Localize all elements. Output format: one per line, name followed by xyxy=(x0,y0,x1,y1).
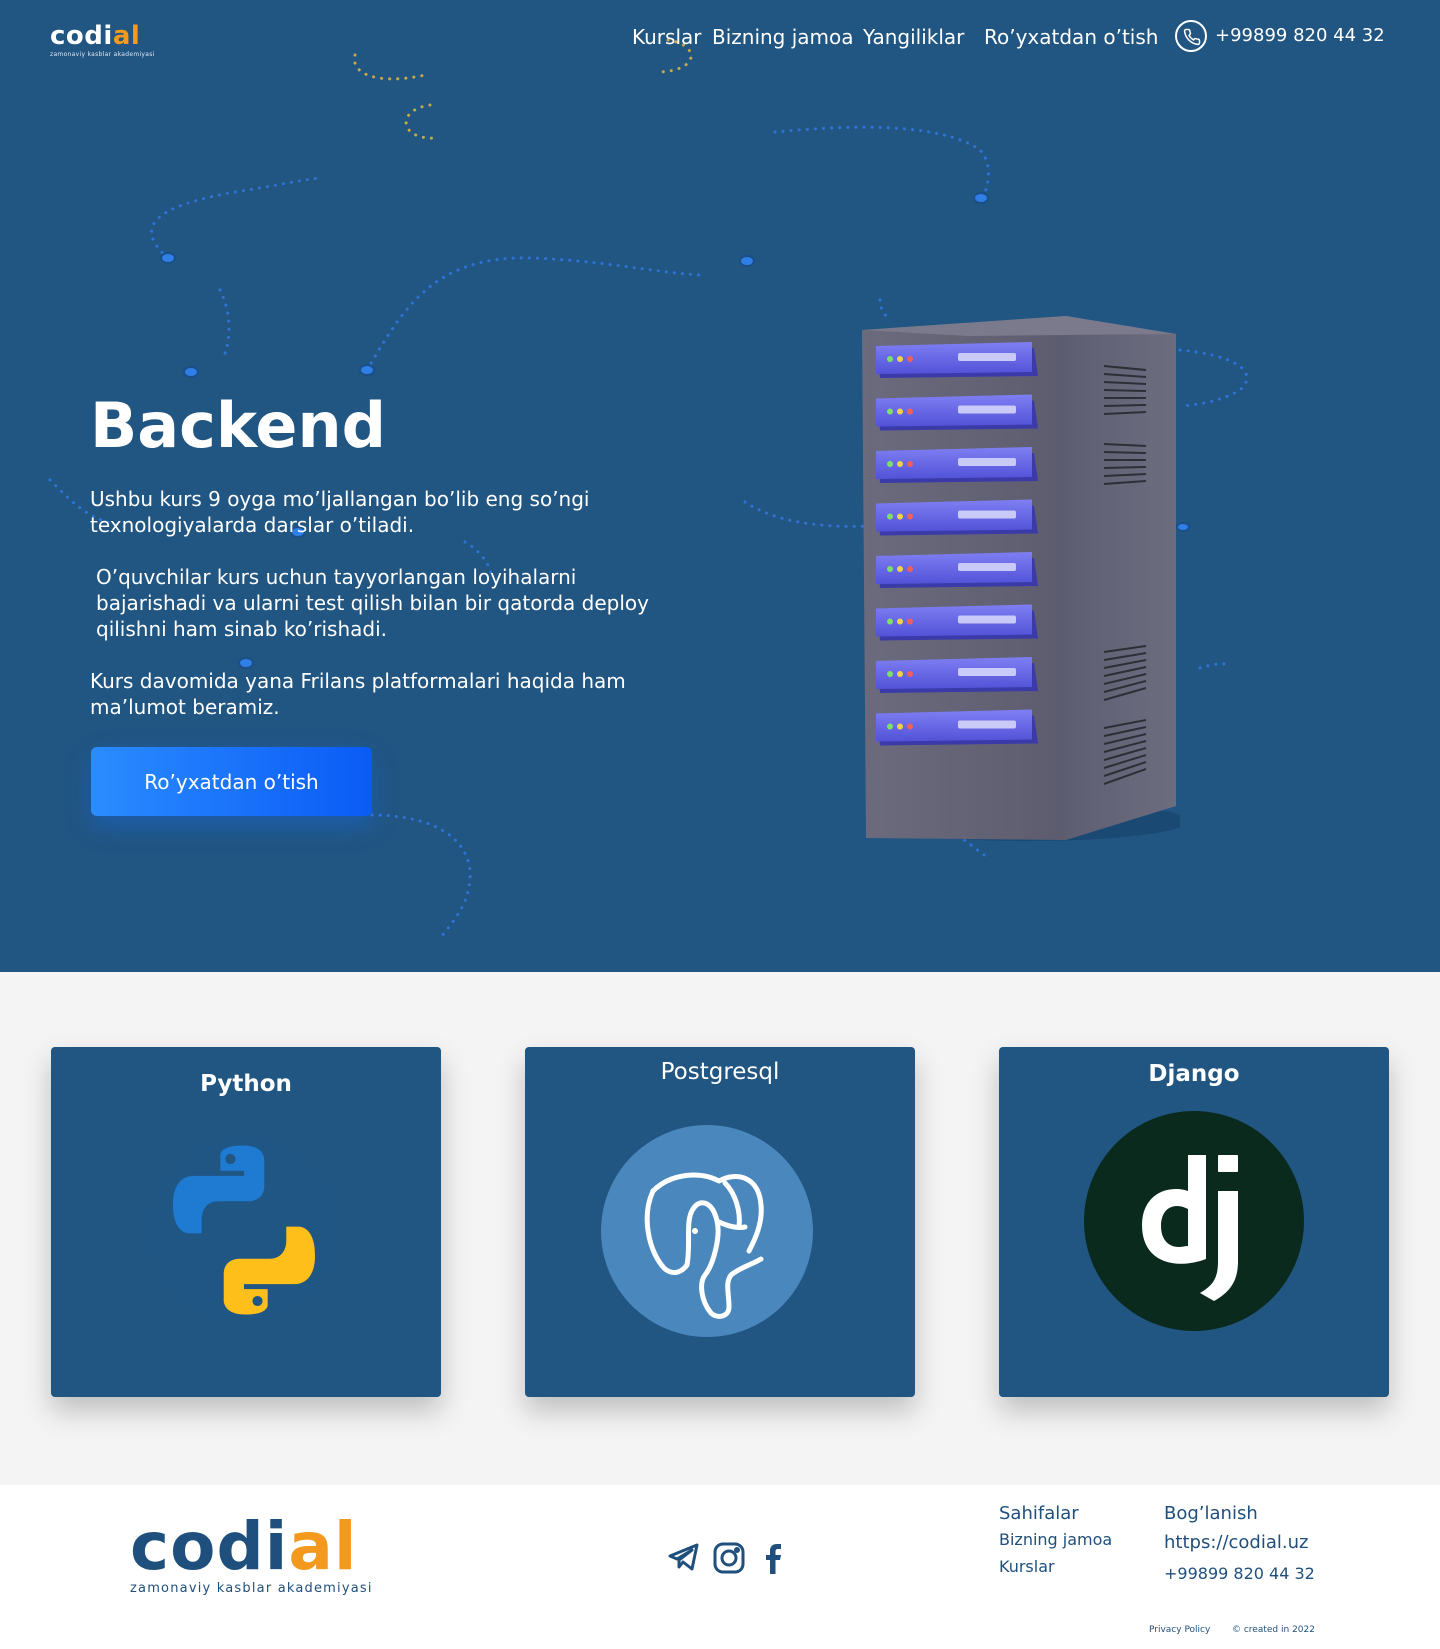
phone-icon xyxy=(1175,20,1207,52)
server-drive-slot xyxy=(876,604,1038,641)
footer-link-bizning-jamoa[interactable]: Bizning jamoa xyxy=(999,1526,1112,1553)
logo-tagline: zamonaviy kasblar akademiyasi xyxy=(50,51,155,58)
register-button[interactable]: Ro’yxatdan o’tish xyxy=(91,747,372,816)
instagram-icon[interactable] xyxy=(713,1542,745,1578)
server-drive-slot xyxy=(876,709,1038,746)
page-title: Backend xyxy=(90,389,386,462)
hero-paragraph-1: Ushbu kurs 9 oyga mo’ljallangan bo’lib e… xyxy=(90,487,590,537)
postgresql-logo-icon xyxy=(601,1125,813,1337)
footer-logo[interactable]: codial zamonaviy kasblar akademiyasi xyxy=(130,1508,373,1597)
nav-link-royxatdan-otish[interactable]: Ro’yxatdan o’tish xyxy=(984,24,1158,50)
footer-phone-link[interactable]: +99899 820 44 32 xyxy=(1164,1560,1315,1587)
hero-paragraph-3: Kurs davomida yana Frilans platformalari… xyxy=(90,669,626,719)
server-rack-illustration xyxy=(862,316,1180,841)
tech-card-postgresql[interactable]: Postgresql xyxy=(525,1047,915,1397)
server-drive-slot xyxy=(876,342,1038,378)
footer-contact-heading: Bog’lanish xyxy=(1164,1503,1258,1524)
tech-card-title: Postgresql xyxy=(660,1059,780,1085)
nav-link-bizning-jamoa[interactable]: Bizning jamoa xyxy=(712,24,854,50)
logo-wordmark: codial xyxy=(50,21,141,51)
header-phone-number: +99899 820 44 32 xyxy=(1215,25,1385,46)
hero-section: codial zamonaviy kasblar akademiyasi Kur… xyxy=(0,0,1440,972)
privacy-policy-link[interactable]: Privacy Policy xyxy=(1149,1625,1210,1635)
nav-link-yangiliklar[interactable]: Yangiliklar xyxy=(863,24,964,50)
tech-card-title: Python xyxy=(200,1071,292,1097)
server-drive-slot xyxy=(876,552,1038,588)
tech-card-title: Django xyxy=(1148,1061,1240,1087)
server-drive-slot xyxy=(876,394,1038,431)
tech-card-python[interactable]: Python xyxy=(51,1047,441,1397)
footer: codial zamonaviy kasblar akademiyasi Sah… xyxy=(0,1485,1440,1649)
footer-pages-column: Sahifalar Bizning jamoa Kurslar xyxy=(999,1502,1112,1580)
logo-wordmark: codial xyxy=(130,1508,358,1585)
facebook-icon[interactable] xyxy=(764,1542,784,1578)
technologies-section: Python Postgresql Django xyxy=(0,972,1440,1485)
footer-website-link[interactable]: https://codial.uz xyxy=(1164,1526,1315,1560)
nav-link-kurslar[interactable]: Kurslar xyxy=(632,24,701,50)
hero-paragraph-2: O’quvchilar kurs uchun tayyorlangan loyi… xyxy=(96,565,649,641)
tech-card-django[interactable]: Django xyxy=(999,1047,1389,1397)
server-drive-slot xyxy=(876,499,1038,536)
copyright-text: © created in 2022 xyxy=(1232,1625,1315,1635)
footer-link-kurslar[interactable]: Kurslar xyxy=(999,1553,1112,1580)
server-drive-slot xyxy=(876,657,1038,693)
python-logo-icon xyxy=(152,1138,336,1322)
server-drive-slot xyxy=(876,447,1038,483)
footer-pages-heading: Sahifalar xyxy=(999,1503,1079,1524)
telegram-icon[interactable] xyxy=(668,1542,700,1576)
footer-contact-column: Bog’lanish https://codial.uz +99899 820 … xyxy=(1164,1502,1315,1587)
header-logo[interactable]: codial zamonaviy kasblar akademiyasi xyxy=(50,22,155,58)
logo-tagline: zamonaviy kasblar akademiyasi xyxy=(130,1581,373,1596)
django-logo-icon xyxy=(1084,1111,1304,1331)
